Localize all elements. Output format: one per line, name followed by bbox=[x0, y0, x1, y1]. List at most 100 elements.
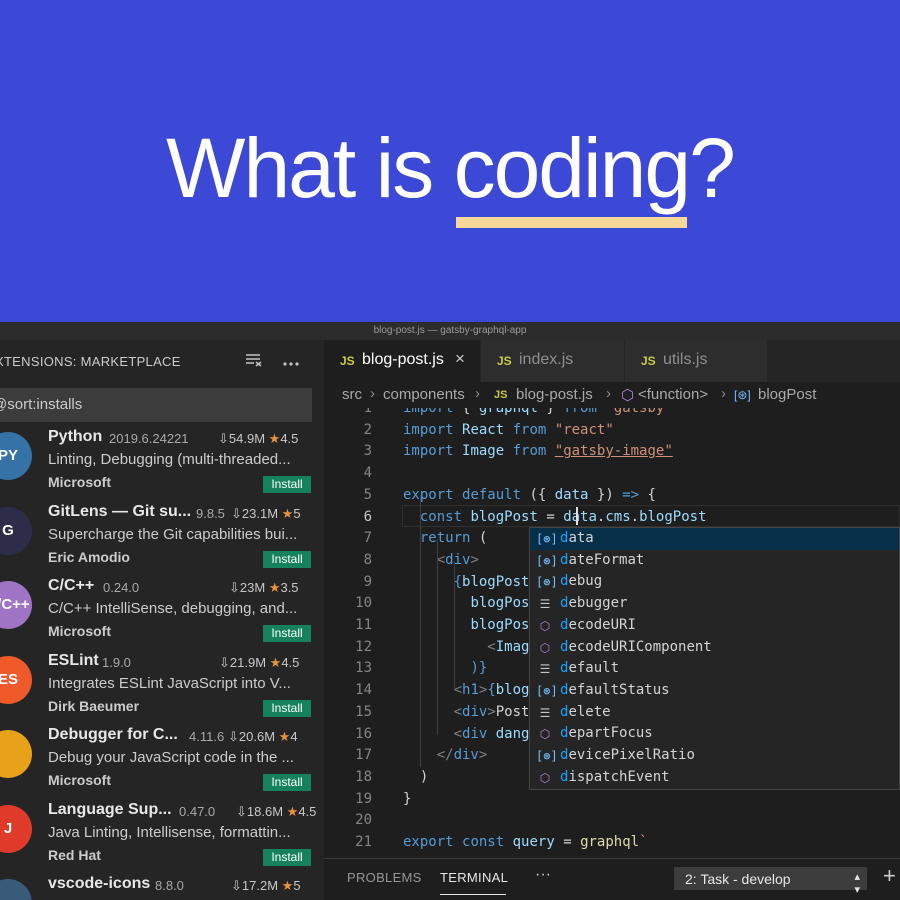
cloud-download-icon: ⇩ bbox=[219, 654, 230, 670]
extension-version: 8.8.0 bbox=[155, 878, 184, 893]
extensions-search-input[interactable]: @sort:installs bbox=[0, 388, 312, 422]
line-number: 12 bbox=[355, 638, 372, 655]
tab-problems[interactable]: PROBLEMS bbox=[347, 870, 422, 885]
code-token: . bbox=[630, 508, 640, 525]
autocomplete-suggestions[interactable]: [⊛] data [⊛] dateFormat [⊛] debug ☰ debugger ⬡ de… bbox=[529, 527, 900, 790]
suggestion-item[interactable]: ⬡ decodeURI bbox=[530, 615, 899, 637]
code-token: < bbox=[487, 638, 496, 655]
suggestion-item[interactable]: [⊛] dateFormat bbox=[530, 550, 899, 572]
breadcrumb-item[interactable]: <function> bbox=[638, 386, 708, 403]
extension-list-item[interactable]: PY Python 2019.6.24221 ⇩54.9M ★4.5 Linting, … bbox=[0, 422, 324, 496]
suggestion-item[interactable]: ⬡ dispatchEvent bbox=[530, 767, 899, 789]
suggestion-rest: ata bbox=[568, 530, 594, 546]
terminal-task-select[interactable]: 2: Task - develop ▴ ▾ bbox=[674, 867, 867, 896]
suggestion-item[interactable]: [⊛] debug bbox=[530, 571, 899, 593]
extension-list-item[interactable]: G GitLens — Git su... 9.8.5 ⇩23.1M ★5 Superc… bbox=[0, 497, 324, 571]
code-token: query bbox=[512, 834, 555, 850]
extension-list-item[interactable]: vscode-icons 8.8.0 ⇩17.2M ★5 bbox=[0, 869, 324, 900]
extension-version: 9.8.5 bbox=[196, 505, 225, 521]
extension-rating: 4.5 bbox=[281, 654, 300, 670]
extension-list-item[interactable]: Debugger for C... 4.11.6 ⇩20.6M ★4 Debug yo… bbox=[0, 720, 324, 794]
extension-list-item[interactable]: C/C++ C/C++ 0.24.0 ⇩23M ★3.5 C/C++ IntelliSe… bbox=[0, 571, 324, 645]
code-token: cms bbox=[605, 508, 631, 525]
extension-downloads: 23M bbox=[239, 580, 269, 595]
code-editor[interactable]: 1 import { graphql } from "gatsby" 2 import… bbox=[324, 408, 900, 858]
extension-rating: 4 bbox=[290, 729, 298, 744]
clear-list-icon[interactable] bbox=[242, 350, 266, 374]
code-token: { bbox=[487, 682, 496, 699]
tab-index[interactable]: JS index.js bbox=[481, 340, 625, 382]
more-icon[interactable] bbox=[279, 350, 303, 374]
extension-stats: ⇩23M ★3.5 bbox=[229, 580, 299, 596]
breadcrumb-item[interactable]: components bbox=[383, 386, 465, 403]
star-icon: ★ bbox=[281, 505, 294, 521]
close-icon[interactable]: × bbox=[455, 349, 465, 369]
extension-name: ESLint bbox=[48, 651, 99, 669]
suggestion-rest: efaultStatus bbox=[568, 681, 670, 698]
suggestion-rest: ecodeURI bbox=[568, 616, 636, 633]
extension-list-item[interactable]: ES ESLint 1.9.0 ⇩21.9M ★4.5 Integrates ESLin… bbox=[0, 646, 324, 720]
install-button[interactable]: Install bbox=[263, 625, 311, 642]
code-token: h1 bbox=[462, 682, 479, 699]
add-terminal-button[interactable]: + bbox=[883, 863, 896, 889]
tab-utils[interactable]: JS utils.js bbox=[625, 340, 768, 382]
install-button[interactable]: Install bbox=[263, 550, 311, 568]
line-number: 17 bbox=[355, 747, 372, 764]
suggestion-item[interactable]: ☰ delete bbox=[530, 702, 899, 724]
code-line: import React from "react" bbox=[403, 420, 614, 442]
suggestion-label: data bbox=[560, 528, 594, 550]
breadcrumb-item[interactable]: blog-post.js bbox=[516, 386, 593, 403]
hero-title-highlight: coding bbox=[454, 118, 691, 228]
suggestion-item[interactable]: ⬡ departFocus bbox=[530, 723, 899, 745]
extension-list-item[interactable]: J Language Sup... 0.47.0 ⇩18.6M ★4.5 Java Li… bbox=[0, 795, 324, 869]
suggestion-item[interactable]: [⊛] devicePixelRatio bbox=[530, 745, 899, 767]
extension-publisher: Microsoft bbox=[48, 474, 111, 490]
suggestion-label: devicePixelRatio bbox=[560, 745, 695, 767]
suggestion-item[interactable]: [⊛] defaultStatus bbox=[530, 680, 899, 702]
tab-blog-post[interactable]: JS blog-post.js × bbox=[324, 340, 481, 382]
line-number: 11 bbox=[355, 617, 372, 633]
indent-guide bbox=[437, 539, 438, 735]
breadcrumb-item[interactable]: src bbox=[342, 386, 362, 403]
suggestion-rest: ebugger bbox=[568, 595, 628, 612]
extension-description: Debug your JavaScript code in the ... bbox=[48, 749, 294, 766]
code-line: <div>Post bbox=[403, 702, 530, 724]
breadcrumb-item[interactable]: blogPost bbox=[758, 386, 816, 403]
extension-logo-icon: G bbox=[0, 506, 32, 555]
code-token: data bbox=[563, 508, 597, 525]
suggestion-item[interactable]: ⬡ decodeURIComponent bbox=[530, 637, 899, 659]
extension-downloads: 54.9M bbox=[228, 431, 269, 446]
line-number: 6 bbox=[363, 508, 372, 525]
install-button[interactable]: Install bbox=[263, 476, 311, 493]
keyword-icon: ☰ bbox=[539, 597, 551, 612]
extension-logo-icon: C/C++ bbox=[0, 581, 32, 629]
extension-version: 0.47.0 bbox=[179, 803, 216, 819]
install-button[interactable]: Install bbox=[263, 848, 311, 866]
variable-icon: [⊛] bbox=[536, 683, 558, 698]
install-button[interactable]: Install bbox=[263, 699, 311, 717]
tab-label: index.js bbox=[519, 351, 574, 368]
code-token: { bbox=[453, 408, 479, 416]
line-number: 8 bbox=[363, 551, 372, 568]
suggestion-item[interactable]: ☰ debugger bbox=[530, 593, 899, 615]
suggestion-rest: ebug bbox=[568, 573, 603, 590]
line-number: 10 bbox=[355, 595, 372, 612]
code-line: blogPos bbox=[403, 615, 529, 637]
code-token: > bbox=[487, 703, 496, 720]
code-line: ) bbox=[403, 767, 428, 789]
suggestion-item[interactable]: ☰ default bbox=[530, 658, 899, 680]
install-button[interactable]: Install bbox=[263, 774, 311, 791]
suggestion-item[interactable]: [⊛] data bbox=[530, 528, 899, 550]
hero-title-prefix: What is bbox=[166, 121, 454, 215]
more-icon[interactable]: ··· bbox=[535, 866, 551, 884]
chevron-right-icon: › bbox=[721, 385, 726, 402]
hero-underline bbox=[455, 217, 688, 228]
tab-terminal[interactable]: TERMINAL bbox=[440, 870, 508, 885]
